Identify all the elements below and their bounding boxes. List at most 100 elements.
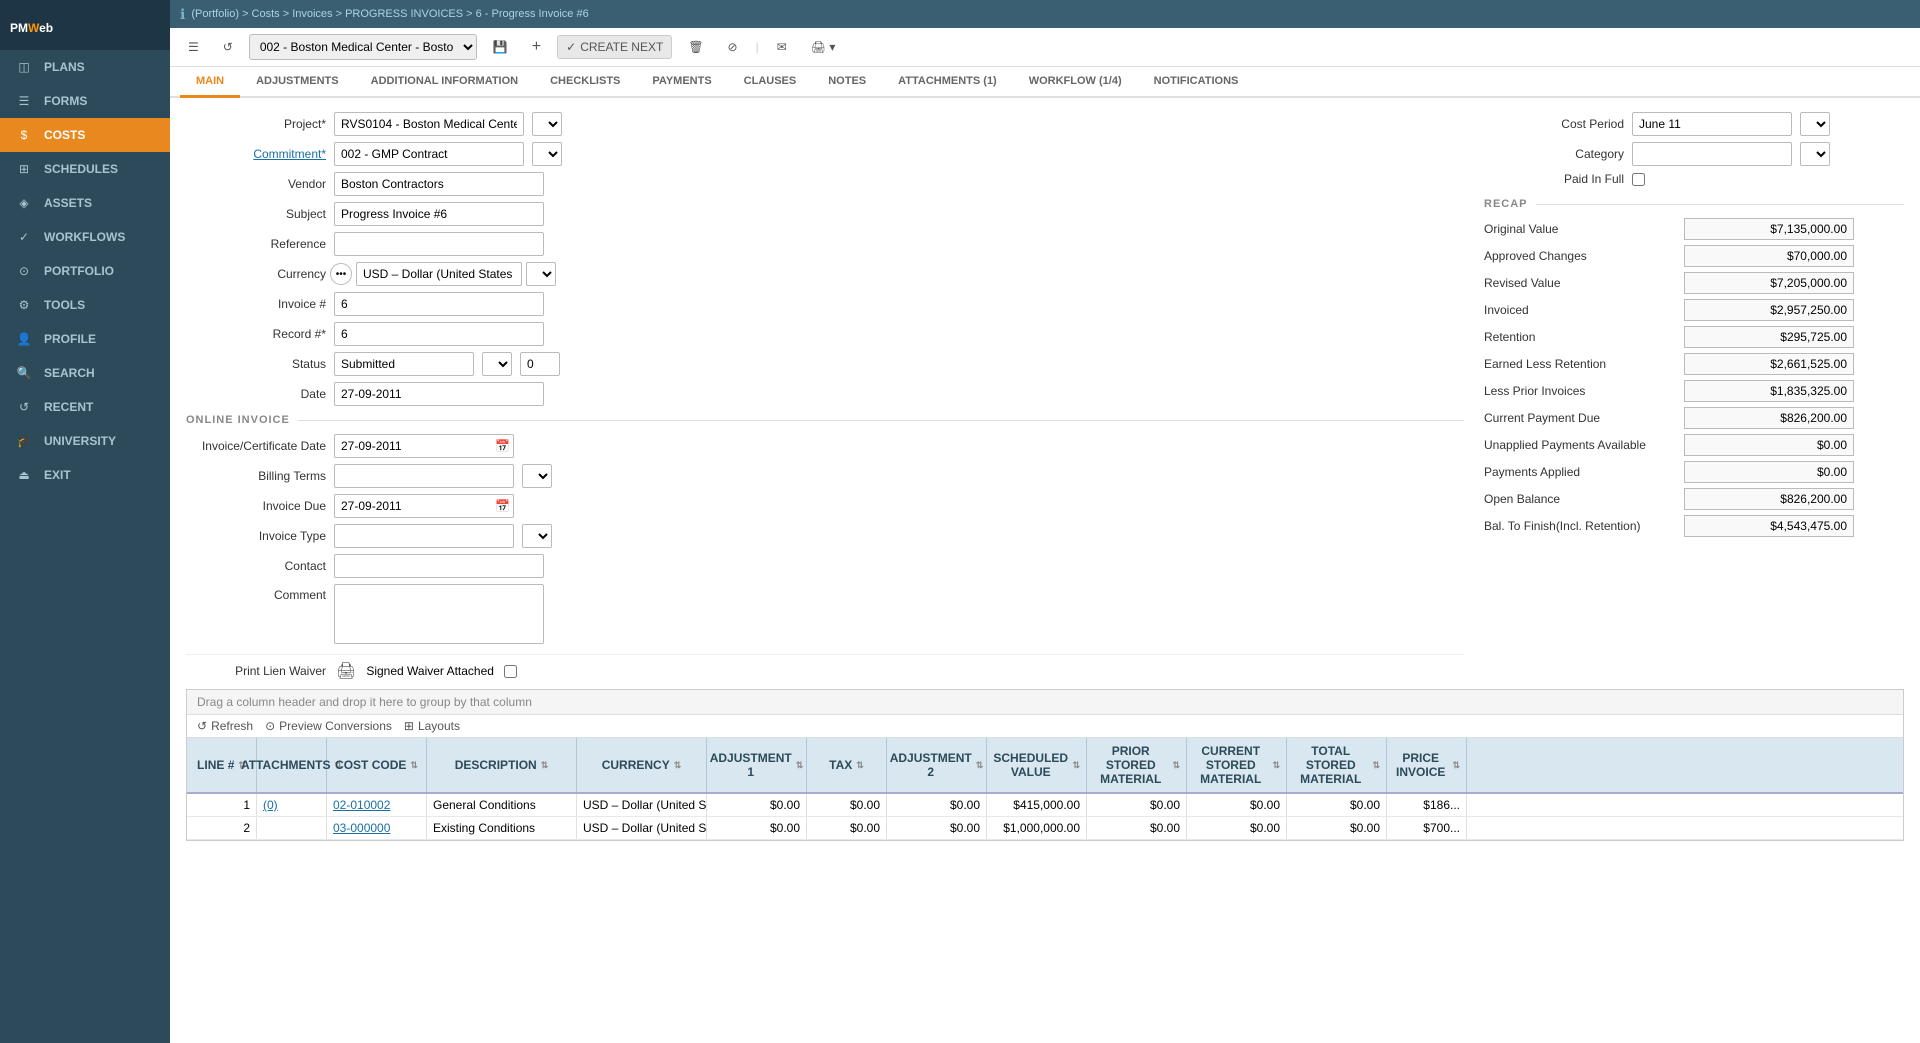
billing-terms-input[interactable] <box>334 464 514 488</box>
undo-button[interactable]: ↺ <box>215 36 241 58</box>
sidebar-item-forms[interactable]: ☰ Forms <box>0 84 170 118</box>
cell-cost-code-2[interactable]: 03-000000 <box>327 817 427 839</box>
sidebar-item-costs[interactable]: $ Costs <box>0 118 170 152</box>
status-select-dropdown[interactable] <box>482 352 512 376</box>
print-icon[interactable]: 🖨 <box>336 661 356 681</box>
tab-main[interactable]: MAIN <box>180 67 240 98</box>
sidebar-item-tools[interactable]: ⚙ Tools <box>0 288 170 322</box>
tab-payments[interactable]: PAYMENTS <box>636 67 727 98</box>
cell-cost-code-1[interactable]: 02-010002 <box>327 794 427 816</box>
sort-icon: ⇅ <box>1072 760 1080 771</box>
sidebar-item-workflows[interactable]: ✓ Workflows <box>0 220 170 254</box>
cell-sched-2: $1,000,000.00 <box>987 817 1087 839</box>
cell-attach-1[interactable]: (0) <box>257 794 327 816</box>
cell-line-1: 1 <box>187 794 257 816</box>
hamburger-button[interactable]: ☰ <box>180 36 207 58</box>
date-input[interactable] <box>334 382 544 406</box>
sort-icon: ⇅ <box>674 760 682 771</box>
sidebar-item-schedules[interactable]: ⊞ Schedules <box>0 152 170 186</box>
sidebar-item-label: Assets <box>44 196 92 210</box>
sidebar-item-portfolio[interactable]: ⊙ Portfolio <box>0 254 170 288</box>
tab-adjustments[interactable]: ADJUSTMENTS <box>240 67 355 98</box>
email-button[interactable]: ✉ <box>769 36 795 58</box>
project-select[interactable]: 002 - Boston Medical Center - Bosto <box>249 34 477 60</box>
invoice-type-input[interactable] <box>334 524 514 548</box>
tab-additional[interactable]: ADDITIONAL INFORMATION <box>355 67 534 98</box>
sidebar-item-plans[interactable]: ◫ Plans <box>0 50 170 84</box>
payments-applied-field <box>1684 461 1854 483</box>
cost-period-select[interactable] <box>1800 112 1830 136</box>
save-button[interactable]: 💾 <box>485 36 516 58</box>
col-header-curr: CURRENT STORED MATERIAL ⇅ <box>1187 738 1287 792</box>
sidebar-item-university[interactable]: 🎓 University <box>0 424 170 458</box>
tab-notifications[interactable]: NOTIFICATIONS <box>1138 67 1255 98</box>
sidebar-item-label: Plans <box>44 60 85 74</box>
tab-workflow[interactable]: WORKFLOW (1/4) <box>1013 67 1138 98</box>
billing-terms-label: Billing Terms <box>186 469 326 483</box>
category-input[interactable] <box>1632 142 1792 166</box>
currency-select-dropdown[interactable] <box>526 262 556 286</box>
signed-waiver-checkbox[interactable] <box>504 665 517 678</box>
billing-terms-select[interactable] <box>522 464 552 488</box>
payments-applied-label: Payments Applied <box>1484 465 1684 479</box>
sidebar-item-assets[interactable]: ◈ Assets <box>0 186 170 220</box>
col-header-tax: TAX ⇅ <box>807 738 887 792</box>
vendor-input[interactable] <box>334 172 544 196</box>
tab-clauses[interactable]: CLAUSES <box>728 67 813 98</box>
invoice-type-select[interactable] <box>522 524 552 548</box>
record-num-input[interactable] <box>334 322 544 346</box>
sidebar-item-label: Workflows <box>44 230 125 244</box>
reference-input[interactable] <box>334 232 544 256</box>
earned-less-retention-label: Earned Less Retention <box>1484 357 1684 371</box>
invoiced-label: Invoiced <box>1484 303 1684 317</box>
add-button[interactable]: + <box>524 34 549 60</box>
invoice-cert-date-input[interactable] <box>334 434 514 458</box>
project-input[interactable] <box>334 112 524 136</box>
layouts-button[interactable]: ⊞ Layouts <box>404 719 460 733</box>
preview-conversions-button[interactable]: ⊙ Preview Conversions <box>265 719 392 733</box>
sidebar-item-search[interactable]: 🔍 Search <box>0 356 170 390</box>
currency-input[interactable] <box>356 262 522 286</box>
contact-label: Contact <box>186 559 326 573</box>
invoice-num-input[interactable] <box>334 292 544 316</box>
void-button[interactable]: ⊘ <box>720 36 746 58</box>
subject-input[interactable] <box>334 202 544 226</box>
unapplied-payments-field <box>1684 434 1854 456</box>
cell-currency-2: USD – Dollar (United Sta <box>577 817 707 839</box>
cost-period-input[interactable] <box>1632 112 1792 136</box>
currency-dots-button[interactable]: ••• <box>330 263 352 285</box>
cell-curr-2: $0.00 <box>1187 817 1287 839</box>
logo-text: PMWeb <box>10 12 53 38</box>
status-input[interactable] <box>334 352 474 376</box>
category-label: Category <box>1484 147 1624 161</box>
sort-icon: ⇅ <box>856 760 864 771</box>
commitment-select-dropdown[interactable] <box>532 142 562 166</box>
tab-attachments[interactable]: ATTACHMENTS (1) <box>882 67 1013 98</box>
refresh-icon: ↺ <box>197 719 207 733</box>
sidebar-item-exit[interactable]: ⏏ Exit <box>0 458 170 492</box>
paid-in-full-checkbox[interactable] <box>1632 173 1645 186</box>
commitment-label[interactable]: Commitment* <box>186 147 326 161</box>
category-select[interactable] <box>1800 142 1830 166</box>
create-next-button[interactable]: ✓ CREATE NEXT <box>557 35 672 59</box>
project-select-dropdown[interactable] <box>532 112 562 136</box>
refresh-button[interactable]: ↺ Refresh <box>197 719 253 733</box>
sidebar-item-recent[interactable]: ↺ Recent <box>0 390 170 424</box>
sidebar-item-label: University <box>44 434 116 448</box>
tab-notes[interactable]: NOTES <box>812 67 882 98</box>
comment-textarea[interactable] <box>334 584 544 644</box>
sidebar-item-profile[interactable]: 👤 Profile <box>0 322 170 356</box>
status-num-input[interactable] <box>520 352 560 376</box>
col-header-sched: SCHEDULED VALUE ⇅ <box>987 738 1087 792</box>
commitment-input[interactable] <box>334 142 524 166</box>
tab-checklists[interactable]: CHECKLISTS <box>534 67 636 98</box>
table-row: 1 (0) 02-010002 General Conditions USD –… <box>187 794 1903 817</box>
col-header-adj2: ADJUSTMENT 2 ⇅ <box>887 738 987 792</box>
print-button[interactable]: 🖨 ▾ <box>803 36 844 58</box>
invoice-due-input[interactable] <box>334 494 514 518</box>
cell-adj2-2: $0.00 <box>887 817 987 839</box>
contact-input[interactable] <box>334 554 544 578</box>
delete-button[interactable]: 🗑 <box>680 36 711 58</box>
print-lien-label: Print Lien Waiver <box>186 664 326 678</box>
preview-icon: ⊙ <box>265 719 275 733</box>
